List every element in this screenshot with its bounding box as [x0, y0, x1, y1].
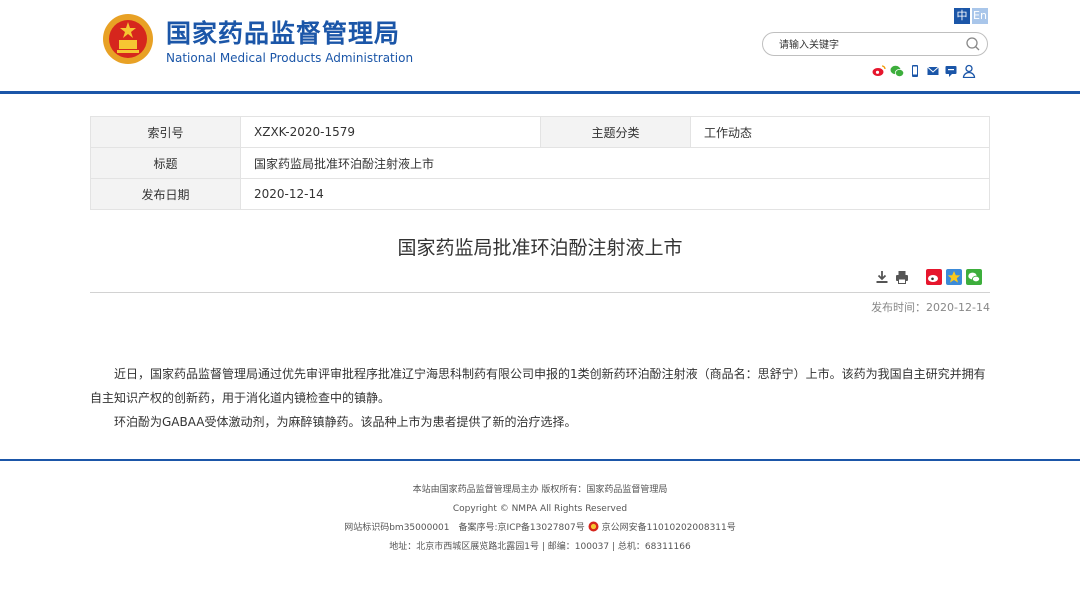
mobile-icon[interactable]: [908, 63, 922, 77]
police-badge-icon: [588, 521, 599, 532]
footer-record: 网站标识码bm35000001 备案序号:京ICP备13027807号 京公网安…: [0, 520, 1080, 539]
article-paragraph: 环泊酚为GABAA受体激动剂，为麻醉镇静药。该品种上市为患者提供了新的治疗选择。: [114, 415, 577, 429]
national-emblem-logo[interactable]: [102, 13, 154, 65]
site-title[interactable]: 国家药品监督管理局: [166, 14, 400, 50]
share-weibo-icon[interactable]: [926, 269, 942, 285]
download-icon[interactable]: [874, 269, 890, 285]
table-row: 发布日期 2020-12-14: [90, 178, 990, 210]
search-box: [762, 32, 988, 56]
site-subtitle[interactable]: National Medical Products Administration: [166, 51, 413, 65]
search-icon[interactable]: [965, 36, 981, 52]
info-table: 索引号 XZXK-2020-1579 主题分类 工作动态 标题 国家药监局批准环…: [90, 116, 990, 210]
article-paragraph: 近日，国家药品监督管理局通过优先审评审批程序批准辽宁海思科制药有限公司申报的1类…: [90, 367, 986, 405]
footer-icp[interactable]: 网站标识码bm35000001 备案序号:京ICP备13027807号: [344, 523, 585, 533]
print-icon[interactable]: [894, 269, 910, 285]
wechat-icon[interactable]: [890, 63, 905, 77]
table-row: 标题 国家药监局批准环泊酚注射液上市: [90, 147, 990, 179]
index-value: XZXK-2020-1579: [240, 116, 541, 148]
weibo-icon[interactable]: [872, 63, 886, 77]
category-label: 主题分类: [540, 116, 691, 148]
mail-icon[interactable]: [926, 63, 940, 77]
message-icon[interactable]: [944, 63, 958, 77]
lang-en-button[interactable]: En: [972, 8, 988, 24]
article-tools: [874, 269, 982, 285]
title-divider: [90, 292, 990, 293]
date-label: 发布日期: [90, 178, 241, 210]
article-title: 国家药监局批准环泊酚注射液上市: [397, 237, 683, 259]
social-icons: [872, 63, 976, 79]
share-wechat-icon[interactable]: [966, 269, 982, 285]
language-switch: 中 En: [954, 8, 988, 24]
footer-police-record[interactable]: 京公网安备11010202008311号: [602, 523, 736, 533]
header-divider: [0, 91, 1080, 94]
title-value: 国家药监局批准环泊酚注射液上市: [240, 147, 990, 179]
search-input[interactable]: [777, 36, 961, 54]
lang-zh-button[interactable]: 中: [954, 8, 970, 24]
title-label: 标题: [90, 147, 241, 179]
footer-copyright: Copyright © NMPA All Rights Reserved: [452, 504, 628, 514]
table-row: 索引号 XZXK-2020-1579 主题分类 工作动态: [90, 116, 990, 148]
share-qzone-icon[interactable]: [946, 269, 962, 285]
site-footer: 本站由国家药品监督管理局主办 版权所有：国家药品监督管理局 Copyright …: [0, 482, 1080, 558]
category-value: 工作动态: [690, 116, 990, 148]
tools-spacer: [914, 269, 922, 285]
publish-time: 发布时间：2020-12-14: [871, 301, 990, 314]
footer-divider: [0, 459, 1080, 461]
site-header: 国家药品监督管理局 National Medical Products Admi…: [0, 0, 1080, 92]
date-value: 2020-12-14: [240, 178, 990, 210]
article-body: 近日，国家药品监督管理局通过优先审评审批程序批准辽宁海思科制药有限公司申报的1类…: [90, 362, 990, 434]
footer-sponsor: 本站由国家药品监督管理局主办 版权所有：国家药品监督管理局: [412, 485, 668, 495]
user-icon[interactable]: [962, 63, 976, 79]
footer-address: 地址：北京市西城区展览路北露园1号 | 邮编：100037 | 总机：68311…: [389, 542, 691, 552]
index-label: 索引号: [90, 116, 241, 148]
